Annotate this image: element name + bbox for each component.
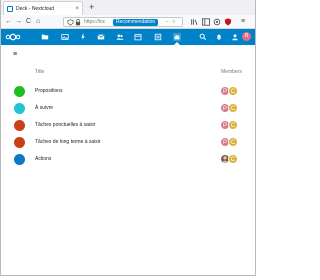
back-icon[interactable]: ← [5, 17, 12, 26]
board-color-dot [14, 120, 25, 131]
deck-app-icon[interactable] [173, 33, 181, 41]
close-tab-icon[interactable]: × [75, 6, 79, 12]
member-avatar: C [228, 120, 238, 130]
board-color-dot [14, 86, 25, 97]
member-avatar: C [228, 103, 238, 113]
board-row[interactable]: Propositions P C [1, 83, 255, 100]
browser-toolbar: ← → C ⌂ https://loc Recommendation ··· ☆ [1, 15, 255, 29]
title-column-header: Title [35, 69, 45, 75]
tab-title: Deck - Nextcloud [16, 5, 55, 12]
app-navigation-toggle-icon[interactable]: ≡ [13, 51, 17, 59]
member-avatar: C [228, 137, 238, 147]
ublock-icon[interactable] [224, 18, 232, 26]
search-icon[interactable] [199, 33, 207, 41]
sidebar-icon[interactable] [202, 18, 210, 26]
board-color-dot [14, 103, 25, 114]
tab-strip: Deck - Nextcloud × + [1, 0, 255, 16]
board-row[interactable]: Tâches ponctuelles à saisir P C [1, 117, 255, 134]
extension-icon[interactable] [213, 18, 221, 26]
recommendation-badge[interactable]: Recommendation [113, 19, 159, 26]
board-row[interactable]: Tâches de long terme à saisir P C [1, 134, 255, 151]
library-icon[interactable] [191, 18, 198, 26]
activity-app-icon[interactable] [79, 33, 87, 41]
shield-icon [67, 19, 74, 26]
url-text: https://loc [84, 19, 106, 25]
reload-icon[interactable]: C [26, 17, 31, 26]
browser-window: Deck - Nextcloud × + ← → C ⌂ https://loc… [0, 0, 256, 276]
active-app-indicator [174, 42, 180, 45]
nextcloud-logo-icon[interactable] [5, 33, 21, 41]
board-title[interactable]: Propositions [35, 88, 63, 95]
new-tab-button[interactable]: + [89, 2, 94, 12]
page-actions[interactable]: ··· ☆ [165, 19, 176, 26]
notifications-icon[interactable] [215, 33, 223, 41]
contacts-app-icon[interactable] [116, 33, 124, 41]
url-bar[interactable]: https://loc Recommendation ··· ☆ [63, 17, 183, 27]
calendar-app-icon[interactable] [134, 33, 142, 41]
board-color-dot [14, 154, 25, 165]
board-title[interactable]: Tâches de long terme à saisir [35, 139, 101, 146]
board-row[interactable]: À suivre P C [1, 100, 255, 117]
forward-icon[interactable]: → [15, 17, 22, 26]
files-app-icon[interactable] [41, 33, 49, 41]
board-row[interactable]: Actions C [1, 151, 255, 168]
user-avatar[interactable]: B [242, 32, 251, 41]
mail-app-icon[interactable] [97, 33, 105, 41]
member-avatar: C [228, 86, 238, 96]
lock-icon [75, 19, 81, 26]
browser-tab[interactable]: Deck - Nextcloud × [3, 1, 83, 15]
nextcloud-favicon-icon [7, 5, 13, 12]
nextcloud-header: B [1, 29, 255, 45]
browser-menu-icon[interactable]: ≡ [241, 17, 245, 26]
members-column-header: Members [221, 69, 242, 75]
board-title[interactable]: Tâches ponctuelles à saisir [35, 122, 95, 129]
home-icon[interactable]: ⌂ [36, 17, 40, 26]
board-title[interactable]: À suivre [35, 105, 53, 112]
photos-app-icon[interactable] [61, 33, 69, 41]
member-avatar: C [228, 154, 238, 164]
board-title[interactable]: Actions [35, 156, 51, 163]
contacts-menu-icon[interactable] [231, 33, 239, 41]
notes-app-icon[interactable] [154, 33, 162, 41]
board-color-dot [14, 137, 25, 148]
